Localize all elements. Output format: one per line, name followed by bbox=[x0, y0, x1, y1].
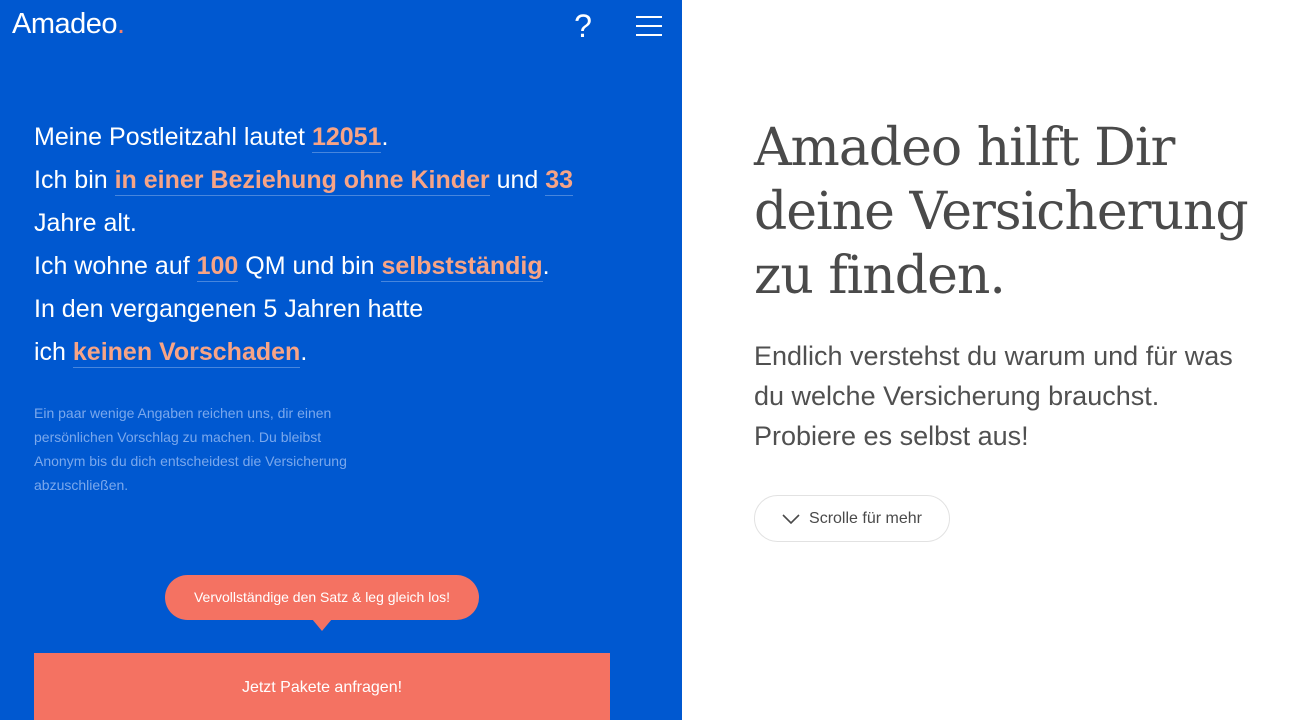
sentence-line-4: Ich wohne auf 100 QM und bin selbstständ… bbox=[34, 252, 550, 282]
chevron-down-icon bbox=[782, 513, 800, 524]
help-button[interactable]: ? bbox=[569, 6, 597, 46]
zip-code-field[interactable]: 12051 bbox=[311, 123, 382, 153]
hint-tooltip: Vervollständige den Satz & leg gleich lo… bbox=[165, 575, 479, 620]
hero-subtext: Endlich verstehst du warum und für was d… bbox=[754, 341, 1233, 451]
scroll-for-more-button[interactable]: Scrolle für mehr bbox=[754, 495, 950, 542]
tooltip-arrow bbox=[312, 619, 332, 631]
sentence-line-6: ich keinen Vorschaden. bbox=[34, 338, 308, 368]
request-packages-button[interactable]: Jetzt Pakete anfragen! bbox=[34, 653, 610, 720]
living-area-field[interactable]: 100 bbox=[196, 252, 239, 282]
relationship-field[interactable]: in einer Beziehung ohne Kinder bbox=[114, 166, 490, 196]
hero-headline: Amadeo hilft Dir deine Versicherung zu f… bbox=[754, 118, 1249, 306]
age-field[interactable]: 33 bbox=[545, 166, 574, 196]
sentence-line-1: Meine Postleitzahl lautet 12051. bbox=[34, 123, 389, 153]
logo-dot: . bbox=[117, 8, 125, 40]
scroll-button-label: Scrolle für mehr bbox=[809, 509, 922, 527]
logo[interactable]: Amadeo. bbox=[12, 8, 125, 41]
sentence-line-2: Ich bin in einer Beziehung ohne Kinder u… bbox=[34, 166, 574, 196]
hamburger-menu-icon[interactable] bbox=[636, 14, 662, 38]
left-panel: Amadeo. ? Meine Postleitzahl lautet 1205… bbox=[0, 0, 682, 720]
sentence-line-3: Jahre alt. bbox=[34, 209, 137, 237]
prior-damage-field[interactable]: keinen Vorschaden bbox=[72, 338, 301, 368]
occupation-field[interactable]: selbstständig bbox=[381, 252, 543, 282]
insurance-sentence-form: Meine Postleitzahl lautet 12051. Ich bin… bbox=[34, 116, 634, 374]
logo-text: Amadeo bbox=[12, 8, 118, 40]
sentence-line-5: In den vergangenen 5 Jahren hatte bbox=[34, 295, 424, 323]
privacy-note: Ein paar wenige Angaben reichen uns, dir… bbox=[34, 405, 347, 493]
